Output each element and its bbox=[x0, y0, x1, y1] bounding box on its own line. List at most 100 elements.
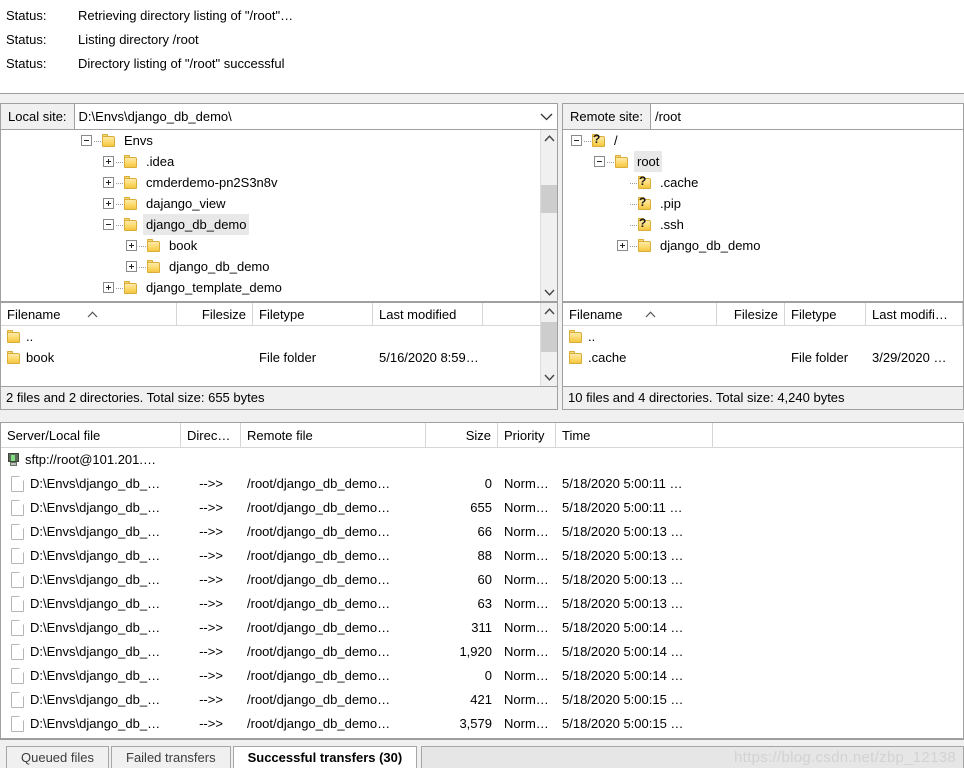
column-header-filetype[interactable]: Filetype bbox=[785, 303, 866, 325]
file-row[interactable]: book File folder 5/16/2020 8:59… bbox=[1, 347, 540, 368]
tree-item[interactable]: .idea bbox=[1, 151, 540, 172]
column-header-filesize[interactable]: Filesize bbox=[717, 303, 785, 325]
column-header-size[interactable]: Size bbox=[426, 423, 498, 447]
tree-line bbox=[584, 140, 591, 142]
scrollbar-thumb[interactable] bbox=[541, 185, 557, 213]
collapse-expander-icon[interactable] bbox=[81, 135, 92, 146]
queue-direction: -->> bbox=[199, 476, 223, 491]
queue-time: 5/18/2020 5:00:15 … bbox=[562, 692, 684, 707]
column-header-blank[interactable] bbox=[483, 303, 542, 325]
expand-expander-icon[interactable] bbox=[126, 240, 137, 251]
folder-icon bbox=[147, 239, 162, 252]
queue-direction: -->> bbox=[199, 596, 223, 611]
tree-line bbox=[116, 203, 123, 205]
tree-item[interactable]: ? .cache bbox=[563, 172, 963, 193]
queue-row[interactable]: D:\Envs\django_db_… -->> /root/django_db… bbox=[1, 688, 963, 712]
horizontal-splitter-bottom[interactable] bbox=[0, 413, 964, 422]
tree-item[interactable]: django_db_demo bbox=[1, 256, 540, 277]
column-header-lastmodified[interactable]: Last modified bbox=[373, 303, 483, 325]
tree-item-label: .cache bbox=[660, 175, 699, 190]
remote-site-input[interactable]: /root bbox=[651, 104, 963, 129]
expand-expander-icon[interactable] bbox=[103, 282, 114, 293]
horizontal-splitter-top[interactable] bbox=[0, 94, 964, 103]
queue-row[interactable]: D:\Envs\django_db_… -->> /root/django_db… bbox=[1, 664, 963, 688]
column-header-filename[interactable]: Filename bbox=[1, 303, 177, 325]
tree-line bbox=[630, 245, 637, 247]
expand-expander-icon[interactable] bbox=[103, 177, 114, 188]
tree-item[interactable]: ? .pip bbox=[563, 193, 963, 214]
queue-row[interactable]: D:\Envs\django_db_… -->> /root/django_db… bbox=[1, 496, 963, 520]
queue-row[interactable]: D:\Envs\django_db_… -->> /root/django_db… bbox=[1, 640, 963, 664]
tab-failed-transfers[interactable]: Failed transfers bbox=[111, 746, 231, 768]
column-header-direction[interactable]: Direc… bbox=[181, 423, 241, 447]
queue-server-row[interactable]: sftp://root@101.201.… bbox=[1, 448, 963, 472]
collapse-expander-icon[interactable] bbox=[571, 135, 582, 146]
local-tree-scrollbar[interactable] bbox=[540, 130, 557, 301]
file-row[interactable]: .. bbox=[563, 326, 963, 347]
column-header-remote-file[interactable]: Remote file bbox=[241, 423, 426, 447]
local-directory-tree[interactable]: Envs .idea cmderdemo-pn2S3n8v dajango_vi… bbox=[0, 130, 558, 302]
column-header-filename[interactable]: Filename bbox=[563, 303, 717, 325]
queue-direction: -->> bbox=[199, 548, 223, 563]
column-header-time[interactable]: Time bbox=[556, 423, 713, 447]
tree-item[interactable]: django_db_demo bbox=[563, 235, 963, 256]
queue-row[interactable]: D:\Envs\django_db_… -->> /root/django_db… bbox=[1, 592, 963, 616]
column-header-filetype[interactable]: Filetype bbox=[253, 303, 373, 325]
tree-line bbox=[139, 266, 146, 268]
expand-expander-icon[interactable] bbox=[617, 240, 628, 251]
scroll-up-icon[interactable] bbox=[541, 303, 557, 320]
local-file-list-scrollbar[interactable] bbox=[540, 303, 557, 386]
queue-row[interactable]: D:\Envs\django_db_… -->> /root/django_db… bbox=[1, 712, 963, 736]
scrollbar-thumb[interactable] bbox=[541, 322, 557, 352]
queue-row[interactable]: D:\Envs\django_db_… -->> /root/django_db… bbox=[1, 616, 963, 640]
queue-row[interactable]: D:\Envs\django_db_… -->> /root/django_db… bbox=[1, 568, 963, 592]
file-row[interactable]: .cache File folder 3/29/2020 … bbox=[563, 347, 963, 368]
transfer-queue[interactable]: Server/Local file Direc… Remote file Siz… bbox=[0, 422, 964, 739]
column-header-filesize[interactable]: Filesize bbox=[177, 303, 253, 325]
tree-item[interactable]: ? .ssh bbox=[563, 214, 963, 235]
file-type bbox=[253, 326, 373, 347]
file-row[interactable]: .. bbox=[1, 326, 540, 347]
local-site-input[interactable]: D:\Envs\django_db_demo\ bbox=[75, 104, 535, 129]
tree-item[interactable]: ? / bbox=[563, 130, 963, 151]
file-icon bbox=[11, 500, 24, 516]
filezilla-window: Status: Retrieving directory listing of … bbox=[0, 0, 964, 768]
column-header-server-local-file[interactable]: Server/Local file bbox=[1, 423, 181, 447]
queue-row[interactable]: D:\Envs\django_db_… -->> /root/django_db… bbox=[1, 544, 963, 568]
expand-expander-icon[interactable] bbox=[126, 261, 137, 272]
tab-successful-transfers[interactable]: Successful transfers (30) bbox=[232, 746, 418, 768]
queue-row[interactable]: D:\Envs\django_db_… -->> /root/django_db… bbox=[1, 472, 963, 496]
queue-time: 5/18/2020 5:00:14 … bbox=[562, 668, 684, 683]
tree-item[interactable]: cmderdemo-pn2S3n8v bbox=[1, 172, 540, 193]
queue-size: 655 bbox=[470, 500, 492, 515]
queue-row[interactable]: D:\Envs\django_db_… -->> /root/django_db… bbox=[1, 520, 963, 544]
tree-item[interactable]: dajango_view bbox=[1, 193, 540, 214]
scroll-down-icon[interactable] bbox=[541, 284, 557, 301]
message-status-label: Status: bbox=[6, 56, 47, 71]
queue-time: 5/18/2020 5:00:11 … bbox=[562, 500, 683, 515]
tree-item-selected[interactable]: root bbox=[563, 151, 963, 172]
scroll-down-icon[interactable] bbox=[541, 369, 557, 386]
tree-item-label: django_db_demo bbox=[143, 214, 250, 235]
tree-item-label: / bbox=[614, 133, 618, 148]
tab-queued-files[interactable]: Queued files bbox=[6, 746, 109, 768]
collapse-expander-icon[interactable] bbox=[103, 219, 114, 230]
queue-size: 0 bbox=[484, 668, 492, 683]
message-log-row: Status: Directory listing of "/root" suc… bbox=[0, 52, 964, 76]
tree-item[interactable]: book bbox=[1, 235, 540, 256]
tree-item[interactable]: django_template_demo bbox=[1, 277, 540, 298]
file-type bbox=[785, 326, 866, 347]
column-header-priority[interactable]: Priority bbox=[498, 423, 556, 447]
scroll-up-icon[interactable] bbox=[541, 130, 557, 147]
local-file-list[interactable]: Filename Filesize Filetype Last modified… bbox=[0, 302, 558, 387]
collapse-expander-icon[interactable] bbox=[594, 156, 605, 167]
tree-item[interactable]: Envs bbox=[1, 130, 540, 151]
queue-time: 5/18/2020 5:00:15 … bbox=[562, 716, 684, 731]
remote-file-list[interactable]: Filename Filesize Filetype Last modifi… … bbox=[562, 302, 964, 387]
tree-item-selected[interactable]: django_db_demo bbox=[1, 214, 540, 235]
expand-expander-icon[interactable] bbox=[103, 156, 114, 167]
column-header-lastmodified[interactable]: Last modifi… bbox=[866, 303, 963, 325]
expand-expander-icon[interactable] bbox=[103, 198, 114, 209]
chevron-down-icon[interactable] bbox=[535, 104, 557, 129]
remote-directory-tree[interactable]: ? / root ? .cache ? .pip ? .ssh django_d… bbox=[562, 130, 964, 302]
